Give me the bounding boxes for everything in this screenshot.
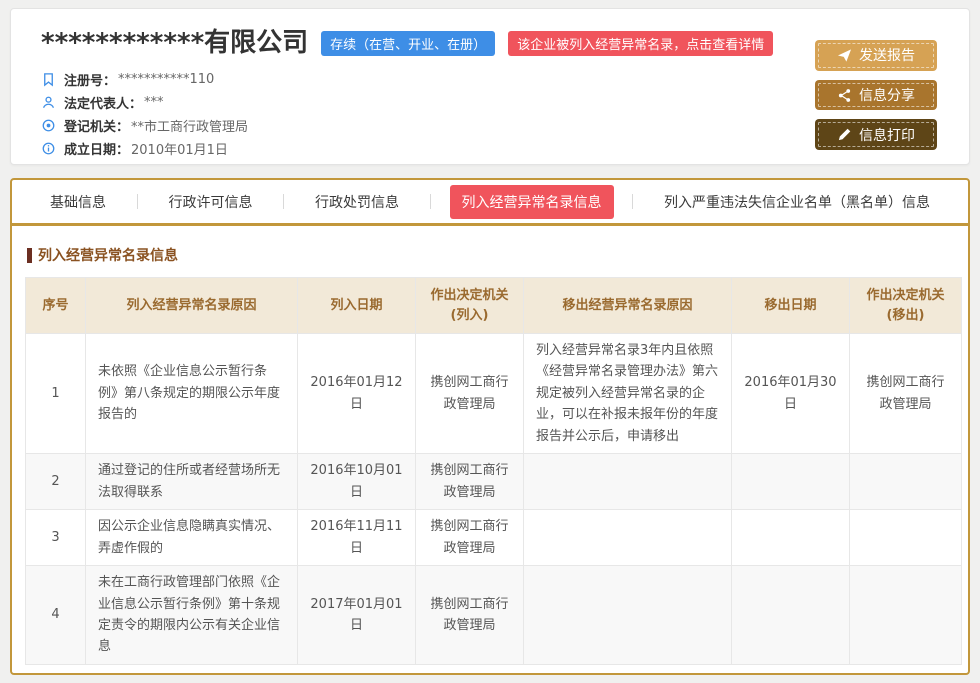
cell-listing-reason: 因公示企业信息隐瞒真实情况、弄虚作假的	[86, 510, 298, 566]
tab-blacklist[interactable]: 列入严重违法失信企业名单（黑名单）信息	[652, 185, 942, 219]
info-label: 注册号：	[64, 70, 116, 89]
info-label: 登记机关：	[64, 116, 129, 135]
info-line-registration: 注册号： ***********110	[41, 68, 815, 91]
cell-removal-reason	[524, 454, 732, 510]
info-icon	[41, 141, 56, 156]
table-row: 1 未依照《企业信息公示暂行条例》第八条规定的期限公示年度报告的 2016年01…	[26, 334, 962, 454]
tab-divider	[430, 194, 431, 209]
abnormal-alert-badge[interactable]: 该企业被列入经营异常名录，点击查看详情	[508, 31, 773, 56]
print-icon	[837, 127, 852, 142]
company-title-row: ************有限公司 存续（在营、开业、在册） 该企业被列入经营异常…	[41, 29, 815, 58]
cell-listing-date: 2016年01月12日	[298, 334, 416, 454]
col-header-index: 序号	[26, 278, 86, 334]
cell-index: 3	[26, 510, 86, 566]
cell-index: 1	[26, 334, 86, 454]
tab-content: 列入经营异常名录信息 序号 列入经营异常名录原因 列入日期 作出决定机关(列入)…	[12, 226, 968, 673]
tab-divider	[137, 194, 138, 209]
tab-divider	[283, 194, 284, 209]
header-actions: 发送报告 信息分享 信息打印	[815, 29, 937, 150]
table-row: 2 通过登记的住所或者经营场所无法取得联系 2016年10月01日 携创网工商行…	[26, 454, 962, 510]
table-row: 3 因公示企业信息隐瞒真实情况、弄虚作假的 2016年11月11日 携创网工商行…	[26, 510, 962, 566]
info-line-legal-rep: 法定代表人： ***	[41, 91, 815, 114]
cell-removal-authority	[850, 566, 962, 665]
tab-abnormal-list[interactable]: 列入经营异常名录信息	[450, 185, 614, 219]
page: ************有限公司 存续（在营、开业、在册） 该企业被列入经营异常…	[0, 0, 980, 683]
share-icon	[837, 88, 852, 103]
col-header-removal-authority: 作出决定机关(移出)	[850, 278, 962, 334]
cell-listing-authority: 携创网工商行政管理局	[416, 454, 524, 510]
main-card: 基础信息 行政许可信息 行政处罚信息 列入经营异常名录信息 列入严重违法失信企业…	[10, 178, 970, 675]
cell-listing-date: 2017年01月01日	[298, 566, 416, 665]
location-icon	[41, 118, 56, 133]
tab-admin-penalty[interactable]: 行政处罚信息	[303, 185, 411, 219]
tab-admin-license[interactable]: 行政许可信息	[157, 185, 265, 219]
tab-divider	[632, 194, 633, 209]
cell-listing-reason: 未依照《企业信息公示暂行条例》第八条规定的期限公示年度报告的	[86, 334, 298, 454]
info-label: 成立日期：	[64, 139, 129, 158]
person-icon	[41, 95, 56, 110]
registration-icon	[41, 72, 56, 87]
cell-removal-authority: 携创网工商行政管理局	[850, 334, 962, 454]
print-info-button[interactable]: 信息打印	[815, 119, 937, 150]
info-value: ***	[144, 95, 164, 110]
status-badge: 存续（在营、开业、在册）	[321, 31, 495, 56]
send-icon	[837, 48, 852, 63]
col-header-removal-date: 移出日期	[732, 278, 850, 334]
info-line-establish-date: 成立日期： 2010年01月1日	[41, 137, 815, 160]
cell-listing-reason: 未在工商行政管理部门依照《企业信息公示暂行条例》第十条规定责令的期限内公示有关企…	[86, 566, 298, 665]
share-info-label: 信息分享	[859, 85, 915, 105]
col-header-listing-date: 列入日期	[298, 278, 416, 334]
cell-index: 4	[26, 566, 86, 665]
table-row: 4 未在工商行政管理部门依照《企业信息公示暂行条例》第十条规定责令的期限内公示有…	[26, 566, 962, 665]
section-title-text: 列入经营异常名录信息	[38, 245, 178, 265]
abnormal-list-table: 序号 列入经营异常名录原因 列入日期 作出决定机关(列入) 移出经营异常名录原因…	[25, 277, 962, 665]
tab-bar: 基础信息 行政许可信息 行政处罚信息 列入经营异常名录信息 列入严重违法失信企业…	[12, 180, 968, 226]
info-line-registry-authority: 登记机关： **市工商行政管理局	[41, 114, 815, 137]
cell-removal-date	[732, 454, 850, 510]
info-value: 2010年01月1日	[131, 139, 228, 158]
company-summary: ************有限公司 存续（在营、开业、在册） 该企业被列入经营异常…	[41, 29, 815, 150]
cell-removal-date	[732, 510, 850, 566]
cell-removal-reason	[524, 566, 732, 665]
cell-listing-authority: 携创网工商行政管理局	[416, 566, 524, 665]
info-value: ***********110	[118, 72, 214, 87]
cell-index: 2	[26, 454, 86, 510]
col-header-removal-reason: 移出经营异常名录原因	[524, 278, 732, 334]
section-title-bar	[27, 248, 32, 263]
cell-listing-authority: 携创网工商行政管理局	[416, 510, 524, 566]
company-name: ************有限公司	[41, 29, 308, 58]
print-info-label: 信息打印	[859, 125, 915, 145]
send-report-button[interactable]: 发送报告	[815, 40, 937, 71]
send-report-label: 发送报告	[859, 45, 915, 65]
table-header-row: 序号 列入经营异常名录原因 列入日期 作出决定机关(列入) 移出经营异常名录原因…	[26, 278, 962, 334]
cell-listing-date: 2016年11月11日	[298, 510, 416, 566]
col-header-listing-authority: 作出决定机关(列入)	[416, 278, 524, 334]
info-value: **市工商行政管理局	[131, 116, 248, 135]
cell-removal-authority	[850, 454, 962, 510]
info-label: 法定代表人：	[64, 93, 142, 112]
share-info-button[interactable]: 信息分享	[815, 80, 937, 111]
cell-listing-authority: 携创网工商行政管理局	[416, 334, 524, 454]
cell-listing-date: 2016年10月01日	[298, 454, 416, 510]
cell-removal-reason	[524, 510, 732, 566]
col-header-listing-reason: 列入经营异常名录原因	[86, 278, 298, 334]
cell-removal-authority	[850, 510, 962, 566]
company-header-card: ************有限公司 存续（在营、开业、在册） 该企业被列入经营异常…	[10, 8, 970, 165]
cell-removal-date: 2016年01月30日	[732, 334, 850, 454]
section-title: 列入经营异常名录信息	[27, 245, 953, 265]
cell-listing-reason: 通过登记的住所或者经营场所无法取得联系	[86, 454, 298, 510]
tab-basic-info[interactable]: 基础信息	[38, 185, 118, 219]
cell-removal-date	[732, 566, 850, 665]
cell-removal-reason: 列入经营异常名录3年内且依照《经营异常名录管理办法》第六规定被列入经营异常名录的…	[524, 334, 732, 454]
